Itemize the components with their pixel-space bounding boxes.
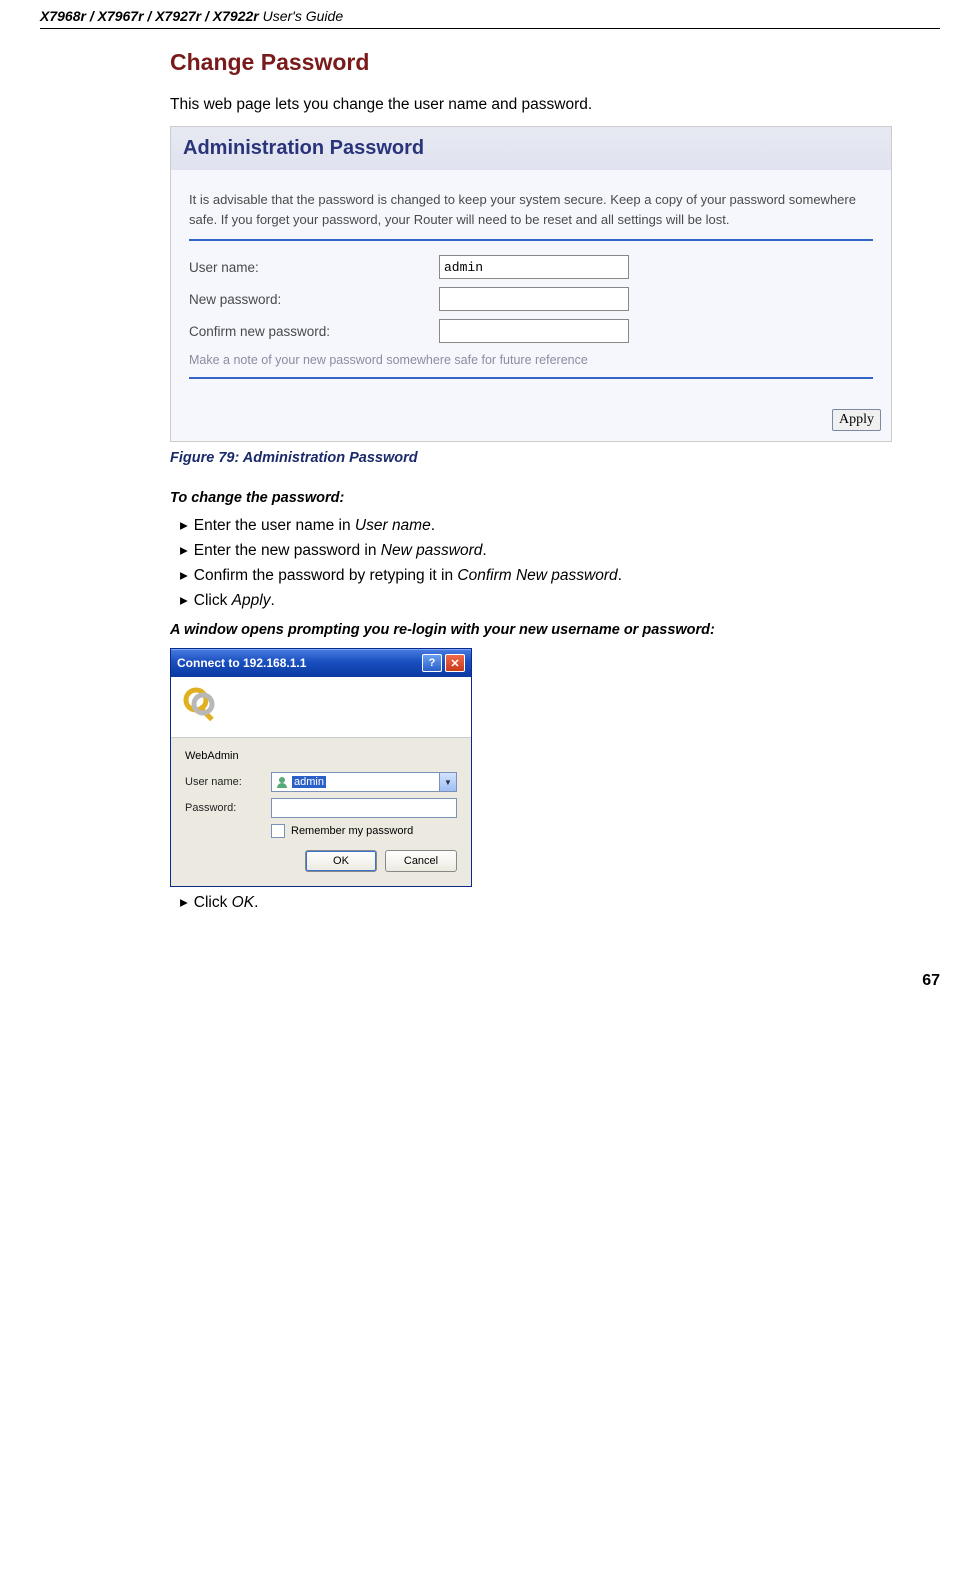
admin-password-screenshot: Administration Password It is advisable … xyxy=(170,126,892,442)
bullet-arrow-icon: ▸ xyxy=(180,894,188,911)
confirm-password-input[interactable] xyxy=(439,319,629,343)
step-enter-username: ▸Enter the user name in User name. xyxy=(180,516,940,535)
login-titlebar: Connect to 192.168.1.1 ? ✕ xyxy=(171,649,471,677)
admin-note: Make a note of your new password somewhe… xyxy=(189,353,873,367)
new-password-input[interactable] xyxy=(439,287,629,311)
login-keyband xyxy=(171,677,471,738)
cancel-button[interactable]: Cancel xyxy=(385,850,457,872)
step-confirm-password: ▸Confirm the password by retyping it in … xyxy=(180,566,940,585)
login-realm: WebAdmin xyxy=(185,750,457,762)
intro-text: This web page lets you change the user n… xyxy=(170,96,940,114)
admin-banner: Administration Password xyxy=(171,127,891,170)
help-button[interactable]: ? xyxy=(422,654,442,672)
header-models: X7968r / X7967r / X7927r / X7922r xyxy=(40,8,259,24)
login-username-label: User name: xyxy=(185,776,271,788)
bullet-arrow-icon: ▸ xyxy=(180,517,188,534)
header-suffix: User's Guide xyxy=(259,8,343,24)
header-rule xyxy=(40,28,940,29)
apply-button[interactable]: Apply xyxy=(832,409,881,431)
login-title: Connect to 192.168.1.1 xyxy=(177,656,306,670)
user-name-label: User name: xyxy=(189,260,439,275)
admin-divider-top xyxy=(189,239,873,241)
admin-advice: It is advisable that the password is cha… xyxy=(189,190,873,229)
login-username-select[interactable]: admin ▼ xyxy=(271,772,457,792)
login-password-input[interactable] xyxy=(271,798,457,818)
bullet-arrow-icon: ▸ xyxy=(180,592,188,609)
chevron-down-icon[interactable]: ▼ xyxy=(439,773,456,791)
user-icon xyxy=(275,775,289,789)
admin-divider-bottom xyxy=(189,377,873,379)
keys-icon xyxy=(183,687,223,727)
step-enter-new-password: ▸Enter the new password in New password. xyxy=(180,541,940,560)
remember-password-label: Remember my password xyxy=(291,825,413,837)
login-username-value: admin xyxy=(292,776,326,788)
step-click-apply: ▸Click Apply. xyxy=(180,591,940,610)
ok-button[interactable]: OK xyxy=(305,850,377,872)
bullet-arrow-icon: ▸ xyxy=(180,542,188,559)
login-password-label: Password: xyxy=(185,802,271,814)
confirm-password-label: Confirm new password: xyxy=(189,324,439,339)
relogin-prompt-heading: A window opens prompting you re-login wi… xyxy=(170,622,940,638)
running-header: X7968r / X7967r / X7927r / X7922r User's… xyxy=(40,0,940,28)
section-title: Change Password xyxy=(170,49,940,76)
remember-password-checkbox[interactable] xyxy=(271,824,285,838)
user-name-input[interactable] xyxy=(439,255,629,279)
new-password-label: New password: xyxy=(189,292,439,307)
bullet-arrow-icon: ▸ xyxy=(180,567,188,584)
step-click-ok: ▸Click OK. xyxy=(180,893,940,912)
page-number: 67 xyxy=(40,972,940,990)
close-button[interactable]: ✕ xyxy=(445,654,465,672)
figure-caption: Figure 79: Administration Password xyxy=(170,450,940,466)
to-change-password-heading: To change the password: xyxy=(170,490,940,506)
login-dialog: Connect to 192.168.1.1 ? ✕ WebAdmin xyxy=(170,648,472,887)
